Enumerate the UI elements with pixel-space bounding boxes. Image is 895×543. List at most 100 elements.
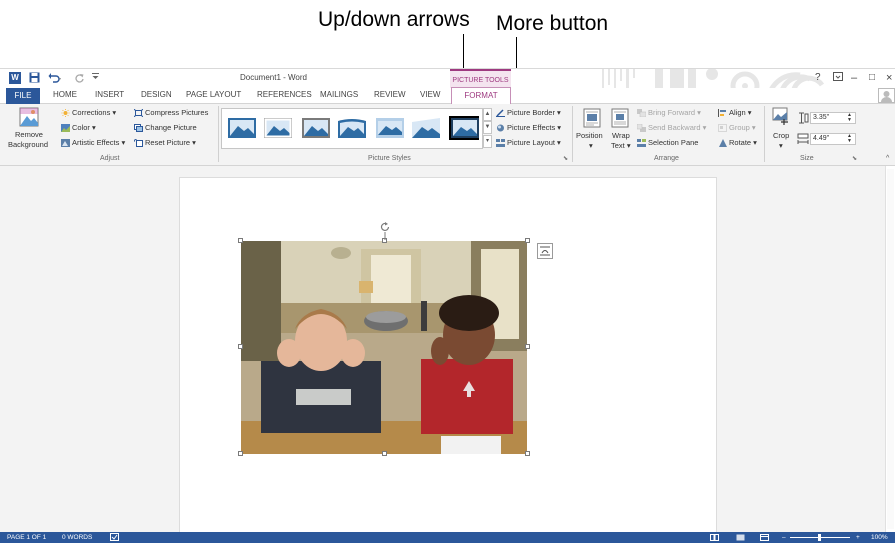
align-button[interactable]: Align ▾ <box>718 108 752 118</box>
position-label: Position <box>576 131 603 140</box>
redo-icon[interactable] <box>74 72 85 84</box>
selection-pane-button[interactable]: Selection Pane <box>637 138 698 148</box>
gallery-scroll-down-button[interactable]: ▼ <box>483 121 492 134</box>
change-picture-icon <box>134 124 143 133</box>
send-backward-button[interactable]: Send Backward ▾ <box>637 123 706 133</box>
layout-options-icon <box>540 246 550 256</box>
bring-forward-button[interactable]: Bring Forward ▾ <box>637 108 701 118</box>
print-layout-icon[interactable] <box>736 534 745 543</box>
wrap-text-icon <box>611 108 629 128</box>
picture-styles-gallery <box>221 108 483 149</box>
word-count[interactable]: 0 WORDS <box>62 532 92 543</box>
picture-style-1-icon <box>228 118 256 138</box>
zoom-slider-thumb[interactable] <box>818 534 821 541</box>
tab-page-layout[interactable]: PAGE LAYOUT <box>186 90 241 99</box>
tab-view[interactable]: VIEW <box>420 90 440 99</box>
picture-style-5[interactable] <box>376 118 404 138</box>
picture-tools-label: PICTURE TOOLS <box>450 69 511 89</box>
picture-style-7-selected[interactable] <box>449 116 479 140</box>
crop-dropdown-icon: ▾ <box>779 141 783 150</box>
ribbon-format: Remove Background Corrections ▾ Color ▾ … <box>0 104 895 166</box>
vertical-scrollbar[interactable] <box>885 166 895 532</box>
zoom-level[interactable]: 100% <box>871 532 888 543</box>
picture-style-2[interactable] <box>264 118 292 138</box>
group-separator <box>572 106 573 162</box>
picture-effects-button[interactable]: Picture Effects ▾ <box>496 123 561 133</box>
align-icon <box>718 109 726 118</box>
group-separator <box>218 106 219 162</box>
rotate-handle-icon[interactable] <box>379 222 391 240</box>
tab-file[interactable]: FILE <box>6 88 40 104</box>
artistic-effects-button[interactable]: Artistic Effects ▾ <box>61 138 125 148</box>
picture-layout-button[interactable]: Picture Layout ▾ <box>496 138 561 148</box>
undo-icon[interactable] <box>48 72 62 84</box>
shape-height-icon <box>799 112 809 124</box>
change-picture-button[interactable]: Change Picture <box>134 123 197 133</box>
zoom-out-button[interactable]: – <box>782 532 786 543</box>
resize-handle-bottom-right[interactable] <box>525 451 530 456</box>
picture-style-7-icon <box>451 118 479 138</box>
picture-styles-dialog-launcher-icon[interactable]: ⬊ <box>563 154 568 164</box>
compress-pictures-button[interactable]: Compress Pictures <box>134 108 208 118</box>
inserted-photo[interactable] <box>241 241 527 454</box>
color-button[interactable]: Color ▾ <box>61 123 96 133</box>
picture-style-3[interactable] <box>302 118 330 138</box>
tab-review[interactable]: REVIEW <box>374 90 406 99</box>
ribbon-tabs: FILE HOME INSERT DESIGN PAGE LAYOUT REFE… <box>0 87 895 104</box>
tab-references[interactable]: REFERENCES <box>257 90 312 99</box>
restore-button[interactable]: □ <box>869 72 875 83</box>
gallery-scroll-up-button[interactable]: ▲ <box>483 108 492 121</box>
tab-design[interactable]: DESIGN <box>141 90 172 99</box>
picture-style-4[interactable] <box>338 118 366 138</box>
document-page[interactable] <box>179 177 717 537</box>
proofing-icon[interactable] <box>110 533 119 543</box>
zoom-in-button[interactable]: + <box>856 532 860 543</box>
size-dialog-launcher-icon[interactable]: ⬊ <box>852 154 857 164</box>
customize-qat-icon[interactable] <box>92 72 99 84</box>
remove-background-icon <box>19 107 39 127</box>
close-button[interactable]: × <box>886 72 892 84</box>
group-button[interactable]: Group ▾ <box>718 123 756 133</box>
picture-style-5-icon <box>376 118 404 138</box>
minimize-button[interactable]: – <box>851 72 857 84</box>
send-backward-icon <box>637 124 646 133</box>
resize-handle-bottom-left[interactable] <box>238 451 243 456</box>
color-icon <box>61 124 70 133</box>
corrections-button[interactable]: Corrections ▾ <box>61 108 116 118</box>
gallery-more-button[interactable]: ▾ <box>483 135 492 148</box>
resize-handle-top-left[interactable] <box>238 238 243 243</box>
rotate-button[interactable]: Rotate ▾ <box>718 138 757 148</box>
picture-style-3-icon <box>302 118 330 138</box>
resize-handle-bottom[interactable] <box>382 451 387 456</box>
save-icon[interactable] <box>29 72 40 84</box>
collapse-ribbon-icon[interactable]: ^ <box>886 154 889 164</box>
group-label-picture-styles: Picture Styles <box>368 155 411 162</box>
resize-handle-right[interactable] <box>525 344 530 349</box>
resize-handle-top-right[interactable] <box>525 238 530 243</box>
resize-handle-left[interactable] <box>238 344 243 349</box>
tab-home[interactable]: HOME <box>53 90 77 99</box>
tab-mailings[interactable]: MAILINGS <box>320 90 358 99</box>
picture-border-button[interactable]: Picture Border ▾ <box>496 108 561 118</box>
shape-width-input[interactable]: 4.49" ▲ ▼ <box>810 133 856 145</box>
picture-style-6[interactable] <box>412 118 440 138</box>
read-mode-icon[interactable] <box>710 534 719 543</box>
tab-format[interactable]: FORMAT <box>451 87 511 104</box>
corrections-icon <box>61 109 70 118</box>
picture-style-1[interactable] <box>228 118 256 138</box>
reset-picture-button[interactable]: Reset Picture ▾ <box>134 138 196 148</box>
scrollbar-track[interactable] <box>887 169 894 529</box>
layout-options-button[interactable] <box>537 243 553 259</box>
page-count[interactable]: PAGE 1 OF 1 <box>7 532 46 543</box>
ribbon-display-options-icon[interactable] <box>833 72 843 84</box>
web-layout-icon[interactable] <box>760 534 769 543</box>
callout-up-down-arrows: Up/down arrows <box>318 8 470 31</box>
tab-insert[interactable]: INSERT <box>95 90 124 99</box>
picture-effects-icon <box>497 124 504 132</box>
shape-height-input[interactable]: 3.35" ▲ ▼ <box>810 112 856 124</box>
account-avatar-icon[interactable] <box>878 88 895 103</box>
title-bar: W Document1 - Word PICTURE TOOLS ? – □ × <box>0 68 895 103</box>
artistic-effects-icon <box>61 139 70 148</box>
group-label-adjust: Adjust <box>100 155 120 162</box>
help-button[interactable]: ? <box>815 72 821 83</box>
